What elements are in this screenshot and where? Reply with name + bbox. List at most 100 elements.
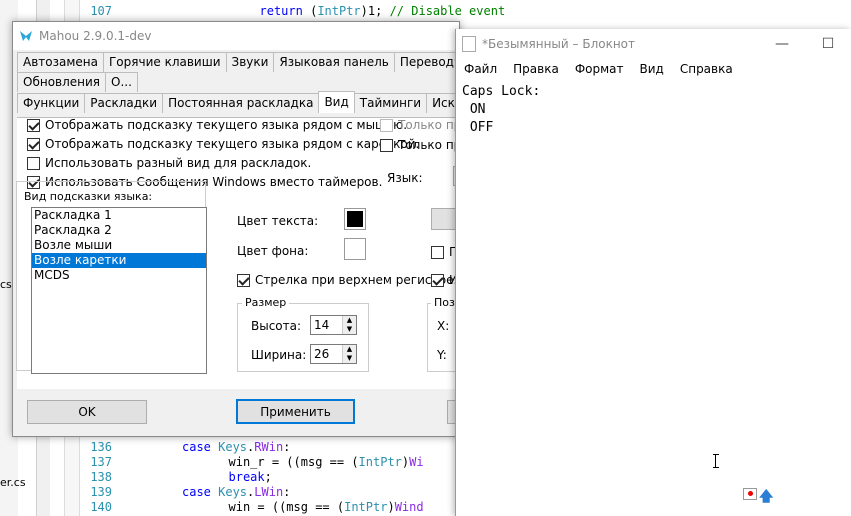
minimize-icon[interactable]: — [759, 29, 805, 59]
text-color-label: Цвет текста: [237, 214, 319, 228]
right-checkbox-1[interactable]: П [431, 245, 458, 259]
tab-tr3-2[interactable]: Постоянная раскладка [162, 93, 320, 113]
width-label: Ширина: [251, 348, 307, 362]
language-label: Язык: [387, 171, 423, 185]
mahou-title-bar[interactable]: Mahou 2.9.0.1-dev [13, 22, 459, 50]
text-color-swatch[interactable] [344, 208, 366, 230]
checkbox-disabled[interactable] [380, 118, 393, 132]
tab-tr1-1[interactable]: Горячие клавиши [102, 52, 227, 72]
code-token: case [182, 485, 219, 499]
tab-tr3-4[interactable]: Тайминги [353, 93, 428, 113]
code-line: 140 win = ((msg == (IntPtr)Wind [82, 500, 424, 515]
checkbox-checked[interactable] [27, 118, 40, 132]
code-token: IntPtr [344, 500, 388, 514]
width-value[interactable]: 26 [311, 347, 342, 361]
tab-row-2: Обновления О... [17, 72, 138, 92]
tab-tr3-0[interactable]: Функции [17, 93, 86, 113]
ok-button[interactable]: OK [27, 400, 147, 424]
menu-item-3[interactable]: Вид [640, 62, 664, 76]
code-token: IntPtr [358, 455, 402, 469]
code-token: win = ((msg == ( [228, 500, 345, 514]
notepad-menu-bar: Файл Правка Формат Вид Справка [456, 59, 851, 79]
view-listbox[interactable]: Раскладка 1 Раскладка 2 Возле мыши Возле ка… [31, 207, 207, 374]
checkbox-unchecked[interactable] [431, 245, 444, 259]
y-label: Y: [437, 348, 447, 362]
checkbox-unchecked[interactable] [27, 156, 40, 170]
tab-tr1-0[interactable]: Автозамена [17, 52, 104, 72]
line-number: 138 [90, 470, 112, 484]
code-token: Wind [394, 500, 424, 514]
menu-item-0[interactable]: Файл [464, 62, 497, 76]
checkbox-checked[interactable] [27, 137, 40, 151]
text-line: Caps Lock: [462, 84, 541, 99]
checkbox-checked[interactable] [237, 273, 250, 287]
right-button-edge[interactable] [431, 208, 457, 230]
code-token: IntPtr [317, 4, 361, 18]
show-near-mouse-checkbox[interactable]: Отображать подсказку текущего языка рядо… [27, 118, 407, 132]
height-value[interactable]: 14 [311, 318, 342, 332]
code-token: Wi [409, 455, 424, 469]
height-stepper[interactable]: 14 ▲ ▼ [310, 315, 357, 335]
notepad-icon [462, 36, 476, 52]
code-token: ; [264, 470, 272, 484]
list-item[interactable]: Раскладка 1 [32, 208, 206, 223]
code-token: Keys [218, 440, 248, 454]
notepad-title-bar[interactable]: *Безымянный – Блокнот — ☐ [456, 29, 851, 59]
spin-up-icon[interactable]: ▲ [343, 316, 356, 325]
x-label: X: [437, 319, 450, 333]
mahou-logo-icon [20, 31, 32, 41]
tab-tr3-3[interactable]: Вид [318, 91, 355, 113]
code-line: 137 win_r = ((msg == (IntPtr)Wi [82, 455, 424, 470]
code-token: : [283, 485, 291, 499]
bg-color-label: Цвет фона: [237, 244, 309, 258]
notepad-text-area[interactable]: Caps Lock: ON OFF [456, 79, 851, 137]
view-group-title: Вид подсказки языка: [22, 190, 155, 203]
checkbox-checked[interactable] [431, 273, 444, 287]
list-item[interactable]: Возле каретки [32, 253, 206, 268]
menu-item-4[interactable]: Справка [680, 62, 733, 76]
checkbox-unchecked[interactable] [380, 138, 393, 152]
tab-tr2-0[interactable]: Обновления [17, 72, 107, 92]
list-item[interactable]: MCDS [32, 268, 206, 283]
width-stepper[interactable]: 26 ▲ ▼ [310, 344, 357, 364]
show-near-caret-checkbox[interactable]: Отображать подсказку текущего языка рядо… [27, 137, 419, 151]
maximize-icon[interactable]: ☐ [805, 29, 851, 59]
solution-explorer-text: cs [0, 278, 12, 291]
solution-explorer-file[interactable]: er.cs [0, 476, 26, 489]
spin-up-icon[interactable]: ▲ [343, 345, 356, 354]
code-token: RWin [254, 440, 284, 454]
line-number: 137 [90, 455, 112, 469]
line-number: 136 [90, 440, 112, 454]
line-number: 107 [90, 4, 112, 18]
tab-tr1-3[interactable]: Языковая панель [273, 52, 395, 72]
spin-down-icon[interactable]: ▼ [343, 354, 356, 363]
text-line: OFF [462, 120, 494, 135]
code-token: break [228, 470, 265, 484]
code-line: 138 break; [82, 470, 272, 485]
mahou-title: Mahou 2.9.0.1-dev [39, 29, 152, 43]
apply-button[interactable]: Применить [236, 399, 355, 424]
language-flag-icon[interactable] [743, 488, 757, 500]
bg-color-swatch[interactable] [344, 238, 366, 260]
menu-item-2[interactable]: Формат [575, 62, 624, 76]
code-line: 136 case Keys.RWin: [82, 440, 290, 455]
code-token: case [182, 440, 219, 454]
tab-tr3-1[interactable]: Раскладки [84, 93, 164, 113]
notepad-title: *Безымянный – Блокнот [482, 37, 636, 51]
height-label: Высота: [251, 319, 302, 333]
tab-tr2-1[interactable]: О... [105, 72, 138, 92]
list-item[interactable]: Раскладка 2 [32, 223, 206, 238]
notepad-window[interactable]: *Безымянный – Блокнот — ☐ Файл Правка Форм… [455, 29, 851, 516]
tab-row-3: Функции Раскладки Постоянная раскладка Вид Т… [17, 91, 501, 113]
different-view-checkbox[interactable]: Использовать разный вид для раскладок. [27, 156, 311, 170]
code-token: return [259, 4, 311, 18]
caps-arrow-icon: 🡅 [759, 489, 774, 505]
arrow-caps-checkbox[interactable]: Стрелка при верхнем регистре. [237, 273, 457, 287]
menu-item-1[interactable]: Правка [513, 62, 559, 76]
line-number: 139 [90, 485, 112, 499]
list-item[interactable]: Возле мыши [32, 238, 206, 253]
tab-tr1-2[interactable]: Звуки [225, 52, 275, 72]
spin-down-icon[interactable]: ▼ [343, 325, 356, 334]
code-token: win_r = ((msg == ( [228, 455, 359, 469]
right-checkbox-2[interactable]: И [431, 273, 458, 287]
